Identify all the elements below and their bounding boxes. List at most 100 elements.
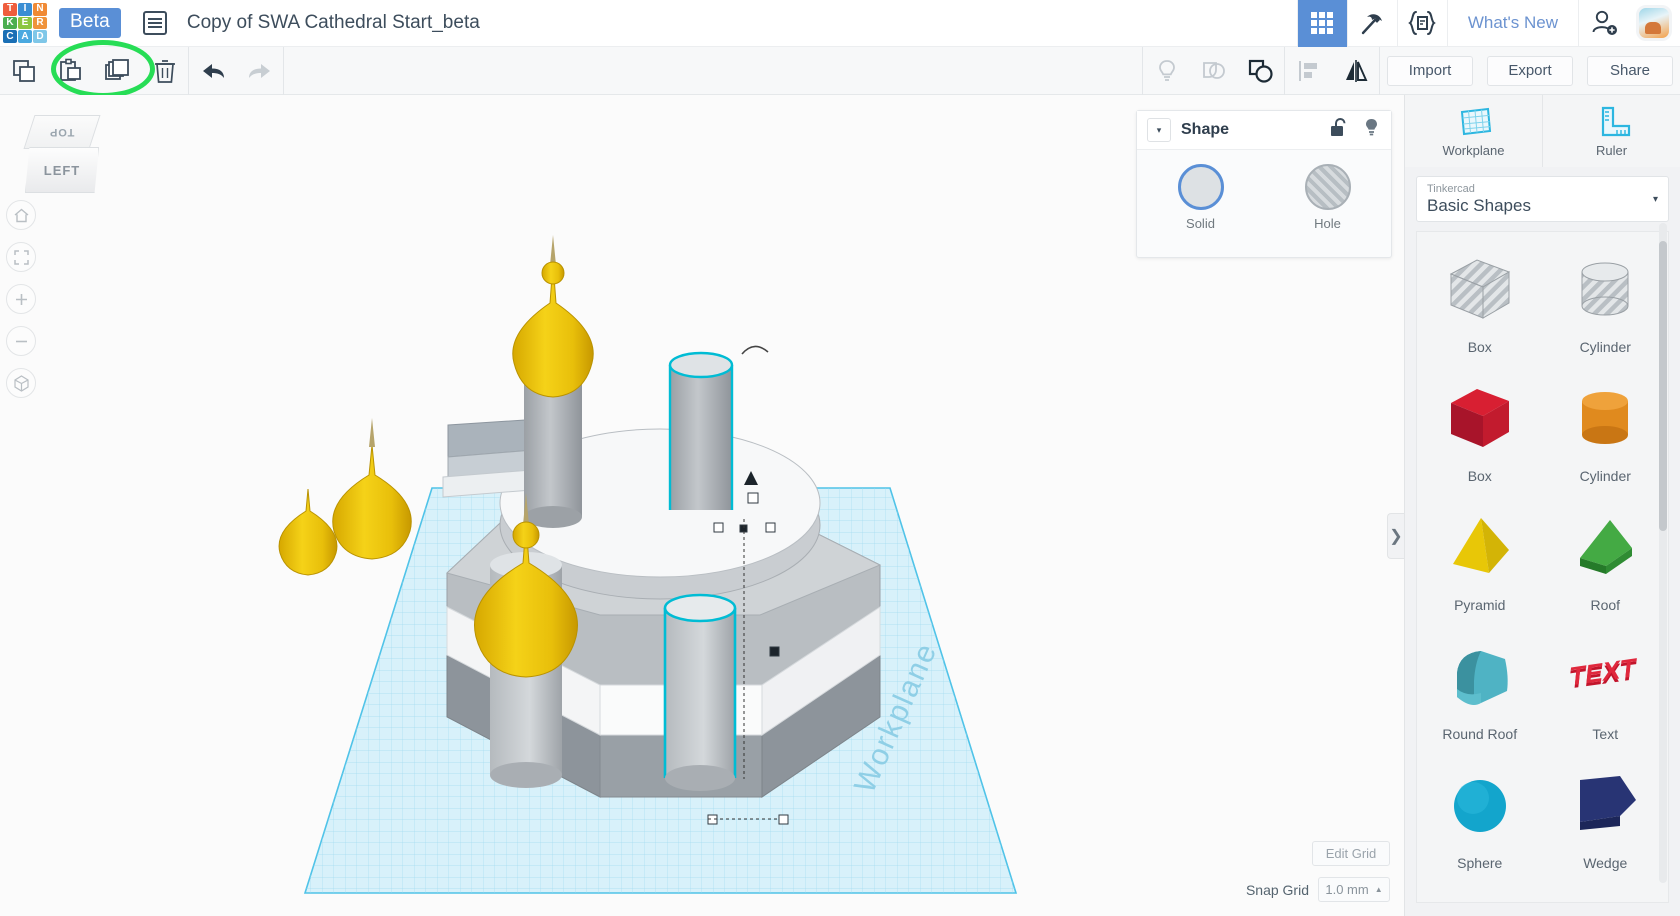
- shape-item-cylinder-hole[interactable]: Cylinder: [1543, 232, 1669, 361]
- ruler-icon: [1601, 106, 1630, 136]
- edit-grid-button[interactable]: Edit Grid: [1312, 841, 1390, 866]
- green-roof-icon: [1543, 503, 1669, 591]
- yellow-pyramid-icon: [1417, 503, 1543, 591]
- ortho-perspective-icon[interactable]: [6, 368, 36, 398]
- shape-label: Text: [1592, 726, 1619, 742]
- copy-icon[interactable]: [0, 47, 47, 95]
- shape-label: Box: [1467, 339, 1492, 355]
- cyan-sphere-icon: [1417, 761, 1543, 849]
- export-button[interactable]: Export: [1487, 55, 1573, 86]
- toolbar-divider: [283, 46, 284, 95]
- shape-item-text[interactable]: TEXT TEXT Text: [1543, 619, 1669, 748]
- workplane-icon: [1460, 107, 1491, 135]
- solid-swatch: [1177, 164, 1224, 210]
- shape-library-select[interactable]: Tinkercad Basic Shapes ▾: [1416, 176, 1669, 222]
- toolbar-right-tools: Import Export Share: [1142, 46, 1680, 95]
- logo-cell: C: [3, 30, 17, 43]
- zoom-in-icon[interactable]: [6, 284, 36, 314]
- tinkercad-logo[interactable]: T I N K E R C A D: [3, 3, 47, 43]
- page-title[interactable]: Copy of SWA Cathedral Start_beta: [187, 12, 480, 34]
- user-add-icon[interactable]: [1578, 0, 1628, 47]
- shape-item-box-red[interactable]: Box: [1417, 361, 1543, 490]
- hole-label: Hole: [1314, 216, 1341, 231]
- gold-dome-left-a: [332, 418, 412, 560]
- library-collection: Basic Shapes: [1427, 195, 1531, 215]
- clipboard-tools: [0, 47, 188, 95]
- codeblocks-icon[interactable]: [1396, 0, 1447, 47]
- view-cube-front-face[interactable]: LEFT: [25, 147, 99, 193]
- logo-cell: I: [18, 3, 32, 16]
- shape-library-grid[interactable]: Box Cylinder Box Cylinder Pyramid Roof R…: [1416, 231, 1669, 903]
- import-button[interactable]: Import: [1387, 55, 1473, 86]
- shape-label: Roof: [1590, 597, 1621, 613]
- mirror-icon[interactable]: [1332, 47, 1379, 95]
- undo-icon[interactable]: [189, 47, 236, 95]
- chevron-down-icon[interactable]: ▾: [1147, 118, 1171, 142]
- sidebar-scrollbar[interactable]: [1659, 223, 1667, 883]
- duplicate-icon[interactable]: [94, 47, 141, 95]
- hole-option[interactable]: Hole: [1304, 164, 1351, 231]
- history-tools: [189, 47, 283, 95]
- avatar[interactable]: [1636, 5, 1672, 41]
- chevron-up-icon: ▲: [1374, 885, 1383, 894]
- gold-dome-tall: [512, 235, 594, 398]
- logo-cell: T: [3, 3, 17, 16]
- solid-option[interactable]: Solid: [1177, 164, 1224, 231]
- shape-item-roof[interactable]: Roof: [1543, 490, 1669, 619]
- ungroup-icon[interactable]: [1237, 47, 1284, 95]
- snap-grid-select[interactable]: 1.0 mm ▲: [1318, 877, 1390, 902]
- shape-label: Cylinder: [1579, 339, 1631, 355]
- blue-wedge-icon: [1543, 761, 1669, 849]
- snap-grid-value: 1.0 mm: [1325, 882, 1369, 897]
- shape-panel-title: Shape: [1181, 121, 1230, 138]
- snap-grid-label: Snap Grid: [1245, 881, 1309, 898]
- top-bar: T I N K E R C A D Beta Copy of SWA Cathe…: [0, 0, 1680, 47]
- shape-item-wedge[interactable]: Wedge: [1543, 748, 1669, 877]
- ruler-tool[interactable]: Ruler: [1542, 95, 1680, 167]
- shape-item-pyramid[interactable]: Pyramid: [1417, 490, 1543, 619]
- unlock-icon[interactable]: [1329, 117, 1348, 143]
- logo-cell: R: [33, 16, 47, 30]
- view-cube[interactable]: TOP LEFT: [23, 115, 107, 195]
- shape-item-sphere[interactable]: Sphere: [1417, 748, 1543, 877]
- gold-dome-left-b: [278, 488, 338, 576]
- group-icon: [1190, 47, 1237, 95]
- share-button[interactable]: Share: [1587, 55, 1673, 86]
- lightbulb-icon: [1143, 47, 1190, 95]
- workplane-tool[interactable]: Workplane: [1405, 95, 1542, 167]
- document-list-icon[interactable]: [142, 11, 167, 35]
- shape-label: Wedge: [1583, 855, 1628, 871]
- pickaxe-icon[interactable]: [1346, 0, 1397, 47]
- grid-apps-icon[interactable]: [1296, 0, 1347, 47]
- beta-badge: Beta: [59, 8, 121, 38]
- paste-icon[interactable]: [47, 47, 94, 95]
- whats-new-link[interactable]: What's New: [1446, 0, 1578, 47]
- logo-cell: N: [33, 3, 47, 16]
- zoom-out-icon[interactable]: [6, 326, 36, 356]
- shape-item-box-hole[interactable]: Box: [1417, 232, 1543, 361]
- home-view-icon[interactable]: [6, 200, 36, 230]
- shapes-sidebar: Workplane Ruler Tinkercad Basic Shapes ▾: [1404, 95, 1680, 916]
- view-cube-top-face[interactable]: TOP: [23, 115, 101, 149]
- ruler-tool-label: Ruler: [1595, 142, 1628, 158]
- toolbar-divider: [1379, 46, 1380, 95]
- fit-view-icon[interactable]: [6, 242, 36, 272]
- shape-item-round-roof[interactable]: Round Roof: [1417, 619, 1543, 748]
- solid-label: Solid: [1186, 216, 1215, 231]
- teal-round-roof-icon: [1417, 632, 1543, 720]
- workplane-tool-label: Workplane: [1442, 142, 1505, 158]
- shape-label: Sphere: [1457, 855, 1503, 871]
- sidebar-tools: Workplane Ruler: [1405, 95, 1680, 167]
- delete-icon[interactable]: [141, 47, 188, 95]
- sidebar-scroll-thumb[interactable]: [1659, 241, 1667, 531]
- logo-cell: K: [3, 16, 17, 30]
- panel-collapse-toggle[interactable]: ❯: [1387, 513, 1404, 559]
- shape-properties-panel: ▾ Shape Solid Hole: [1136, 110, 1392, 258]
- lightbulb-icon[interactable]: [1362, 117, 1381, 143]
- tinkercad-app: T I N K E R C A D Beta Copy of SWA Cathe…: [0, 0, 1680, 916]
- hole-swatch: [1304, 164, 1351, 210]
- selected-cylinder-bottom: [663, 593, 737, 791]
- align-icon: [1285, 47, 1332, 95]
- red-text-icon: TEXT TEXT: [1543, 632, 1669, 720]
- shape-item-cylinder-orange[interactable]: Cylinder: [1543, 361, 1669, 490]
